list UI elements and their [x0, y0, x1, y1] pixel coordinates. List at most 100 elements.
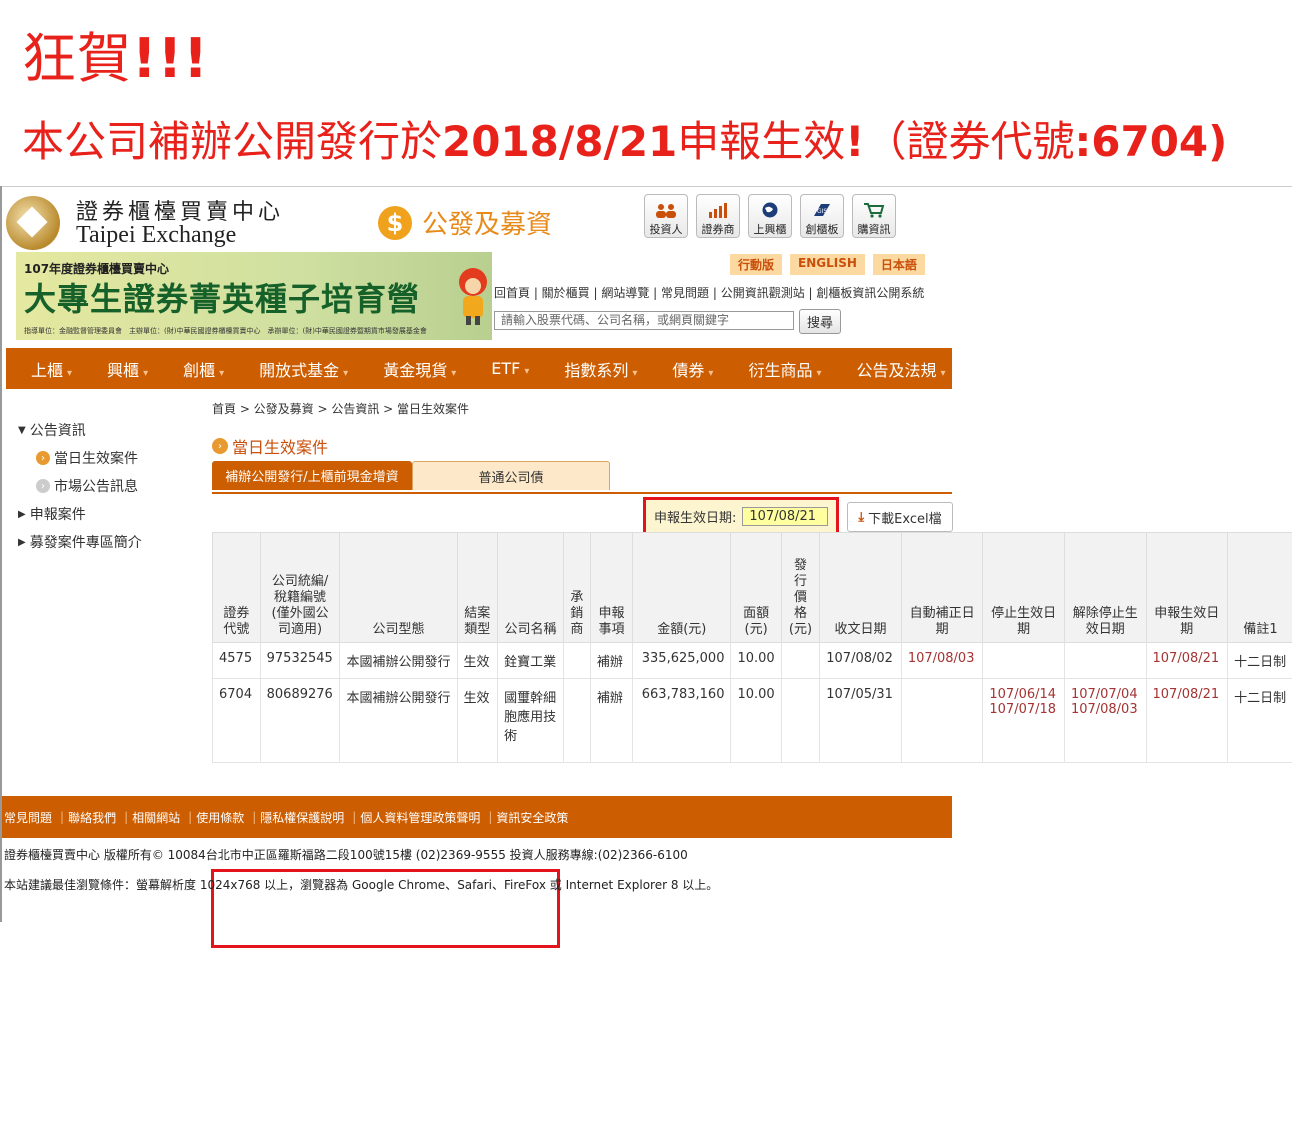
- effective-date-filter: 申報生效日期: 107/08/21: [643, 497, 839, 535]
- browser-screenshot: 證券櫃檯買賣中心 Taipei Exchange $ 公發及募資 投資人 證券商…: [0, 186, 1292, 948]
- broker-button[interactable]: 證券商: [696, 194, 740, 238]
- nav-announcements[interactable]: 公告及法規: [832, 357, 956, 381]
- cell-company-type: 本國補辦公開發行: [339, 678, 458, 763]
- cell-company-name: 銓寶工業: [497, 642, 564, 679]
- cell-received-date: 107/08/02: [819, 642, 902, 679]
- nav-open-fund[interactable]: 開放式基金: [234, 357, 358, 381]
- col-header[interactable]: 證券 代號: [212, 532, 261, 643]
- col-header[interactable]: 公司型態: [339, 532, 458, 643]
- download-icon: ⤓: [858, 509, 865, 525]
- tab-corporate-bonds[interactable]: 普通公司債: [412, 461, 610, 490]
- footer-link-privacy[interactable]: 隱私權保護說明: [258, 809, 350, 826]
- caret-down-icon: ▼: [18, 424, 26, 436]
- footer-link-security[interactable]: 資訊安全政策: [494, 809, 574, 826]
- logo-english-name: Taipei Exchange: [76, 222, 237, 248]
- sidebar-group-filings[interactable]: ▶ 申報案件: [18, 500, 142, 528]
- footer-link-related[interactable]: 相關網站: [130, 809, 186, 826]
- cell-suspension-date: 107/06/14 107/07/18: [982, 678, 1065, 763]
- effective-date-input[interactable]: 107/08/21: [742, 506, 829, 526]
- headline-announcement: 本公司補辦公開發行於2018/8/21申報生效!（證券代號:6704): [22, 117, 1228, 166]
- col-header[interactable]: 公司名稱: [497, 532, 564, 643]
- nav-emerging[interactable]: 興櫃: [82, 357, 158, 381]
- download-excel-button[interactable]: ⤓ 下載Excel檔: [847, 502, 953, 532]
- nav-derivatives[interactable]: 衍生商品: [723, 357, 831, 381]
- promo-banner[interactable]: 107年度證券櫃檯買賣中心 大專生證券菁英種子培育營 指導單位：金融監督管理委員…: [16, 252, 492, 340]
- cell-effective-date: 107/08/21: [1145, 642, 1229, 679]
- quick-icon-bar: 投資人 證券商 上興櫃 GISA 創櫃板 購資訊: [644, 194, 896, 238]
- lang-mobile[interactable]: 行動版: [730, 254, 783, 275]
- table-row: 6704 80689276 本國補辦公開發行 生效 國璽幹細 胞應用技 術 補辦…: [212, 678, 1292, 763]
- cell-issue-price: [780, 678, 821, 763]
- col-header[interactable]: 停止生效日 期: [982, 532, 1065, 643]
- nav-otc[interactable]: 上櫃: [6, 357, 82, 381]
- cell-par-value: 10.00: [730, 642, 782, 679]
- banner-footnote: 指導單位：金融監督管理委員會 主辦單位：(財)中華民國證券櫃檯買賣中心 承辦單位…: [24, 327, 427, 335]
- section-header: $ 公發及募資: [378, 204, 552, 241]
- footer-link-personal-data[interactable]: 個人資料管理政策聲明: [358, 809, 486, 826]
- cell-company-type: 本國補辦公開發行: [339, 642, 458, 679]
- footer-browser-note: 本站建議最佳瀏覽條件：螢幕解析度 1024x768 以上，瀏覽器為 Google…: [4, 878, 719, 892]
- cell-tax-id: 97532545: [259, 642, 341, 679]
- cell-tax-id: 80689276: [259, 678, 341, 763]
- site-search-input[interactable]: 請輸入股票代碼、公司名稱，或網頁關鍵字: [494, 311, 794, 330]
- caret-right-icon: ▶: [18, 536, 26, 548]
- footer-link-terms[interactable]: 使用條款: [194, 809, 250, 826]
- footer-link-contact[interactable]: 聯絡我們: [66, 809, 122, 826]
- top-links[interactable]: 回首頁 | 關於櫃買 | 網站導覽 | 常見問題 | 公開資訊觀測站 | 創櫃板…: [494, 284, 924, 301]
- nav-gisa[interactable]: 創櫃: [158, 357, 234, 381]
- breadcrumb[interactable]: 首頁 > 公發及募資 > 公告資訊 > 當日生效案件: [212, 400, 469, 417]
- col-header[interactable]: 備註1: [1227, 532, 1292, 643]
- col-header[interactable]: 申報生效日 期: [1145, 532, 1229, 643]
- arrow-circle-icon: ›: [36, 479, 50, 493]
- nav-etf[interactable]: ETF: [466, 359, 539, 378]
- col-header[interactable]: 金額(元): [632, 532, 732, 643]
- col-header[interactable]: 結案 類型: [456, 532, 499, 643]
- cell-filing-item: 補辦: [589, 678, 634, 763]
- lang-japanese[interactable]: 日本語: [872, 254, 925, 275]
- dollar-icon: $: [378, 205, 412, 240]
- headline-congrats: 狂賀!!!: [22, 27, 209, 90]
- section-title: 公發及募資: [422, 210, 553, 240]
- col-header[interactable]: 自動補正日 期: [900, 532, 984, 643]
- sidebar-group-fundraising[interactable]: ▶ 募發案件專區簡介: [18, 528, 142, 556]
- nav-index[interactable]: 指數系列: [539, 357, 647, 381]
- col-header[interactable]: 申報 事項: [589, 532, 634, 643]
- shopping-info-button[interactable]: 購資訊: [852, 194, 896, 238]
- table-row: 4575 97532545 本國補辦公開發行 生效 銓寶工業 補辦 335,62…: [212, 642, 1292, 679]
- footer-link-faq[interactable]: 常見問題: [2, 809, 58, 826]
- col-header[interactable]: 承 銷 商: [562, 532, 591, 643]
- col-header[interactable]: 解除停止生 效日期: [1063, 532, 1147, 643]
- nav-bonds[interactable]: 債券: [647, 357, 723, 381]
- sidebar-item-today-effective[interactable]: › 當日生效案件: [18, 444, 142, 472]
- footer-links: 常見問題 | 聯絡我們 | 相關網站 | 使用條款 | 隱私權保護說明 | 個人資料管理政…: [2, 796, 952, 838]
- cell-resumption-date: [1063, 642, 1147, 679]
- lang-english[interactable]: ENGLISH: [790, 254, 865, 275]
- language-switcher: 行動版 ENGLISH 日本語: [730, 254, 925, 275]
- nav-gold-spot[interactable]: 黃金現貨: [358, 357, 466, 381]
- col-header[interactable]: 發 行 價 格 (元): [780, 532, 821, 643]
- cell-effective-date: 107/08/21: [1145, 678, 1229, 763]
- cell-code: 4575: [212, 642, 261, 679]
- tpex-logo[interactable]: 證券櫃檯買賣中心 Taipei Exchange: [6, 192, 280, 250]
- sidebar-group-announcements[interactable]: ▼ 公告資訊: [18, 416, 142, 444]
- tab-supplementary-public-offering[interactable]: 補辦公開發行/上櫃前現金增資: [212, 461, 412, 490]
- investor-button[interactable]: 投資人: [644, 194, 688, 238]
- cell-auto-correction-date: [900, 678, 984, 763]
- sidebar-item-market-notice[interactable]: › 市場公告訊息: [18, 472, 142, 500]
- footer-copyright: 證券櫃檯買賣中心 版權所有© 10084台北市中正區羅斯福路二段100號15樓 …: [4, 848, 688, 862]
- gisa-icon: GISA: [814, 204, 832, 216]
- col-header[interactable]: 面額 (元): [730, 532, 782, 643]
- caret-right-icon: ▶: [18, 508, 26, 520]
- cell-case-type: 生效: [456, 642, 499, 679]
- col-header[interactable]: 公司統編/ 稅籍編號 (僅外國公 司適用): [259, 532, 341, 643]
- cell-received-date: 107/05/31: [819, 678, 902, 763]
- col-header[interactable]: 收文日期: [819, 532, 902, 643]
- gisa-button[interactable]: GISA 創櫃板: [800, 194, 844, 238]
- search-button[interactable]: 搜尋: [799, 309, 841, 334]
- arrow-circle-icon: ›: [212, 438, 228, 454]
- globe-icon: [762, 202, 778, 218]
- cell-issue-price: [780, 642, 821, 679]
- listing-button[interactable]: 上興櫃: [748, 194, 792, 238]
- cell-underwriter: [562, 642, 591, 679]
- investor-label: 投資人: [649, 223, 683, 236]
